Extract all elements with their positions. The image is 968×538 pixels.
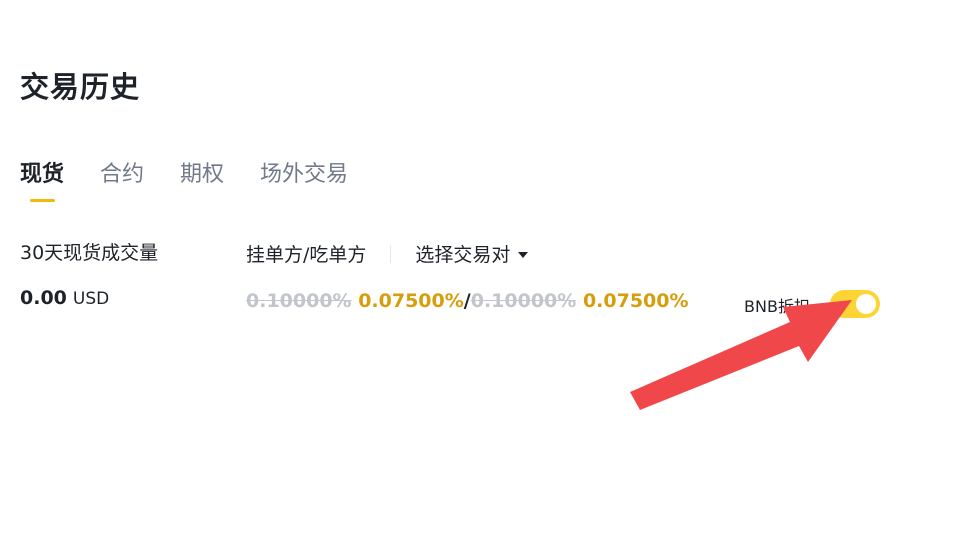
- volume-value-container: 0.00 USD: [20, 287, 109, 309]
- taker-original-rate: 0.10000%: [470, 290, 577, 312]
- red-arrow-annotation: [630, 300, 852, 410]
- tab-futures[interactable]: 合约: [100, 156, 144, 202]
- tab-otc[interactable]: 场外交易: [260, 156, 348, 202]
- bnb-discount-toggle[interactable]: [830, 290, 880, 318]
- maker-discounted-rate: 0.07500%: [358, 290, 464, 312]
- tab-label: 现货: [20, 162, 65, 187]
- fee-rates: 0.10000% 0.07500%/0.10000% 0.07500%: [246, 290, 689, 312]
- volume-label: 30天现货成交量: [20, 242, 159, 264]
- pair-select-dropdown[interactable]: 选择交易对: [415, 240, 529, 267]
- rate-separator: /: [463, 290, 471, 312]
- tab-label: 合约: [100, 162, 145, 187]
- bnb-discount-label: BNB折扣: [744, 297, 810, 316]
- toggle-knob: [856, 294, 876, 314]
- taker-discounted-rate: 0.07500%: [582, 290, 689, 312]
- tab-spot[interactable]: 现货: [20, 156, 64, 202]
- caret-down-icon: [518, 251, 529, 258]
- page-title: 交易历史: [20, 70, 141, 104]
- tab-bar: 现货 合约 期权 场外交易: [20, 156, 348, 202]
- fee-type-label: 挂单方/吃单方: [246, 244, 367, 266]
- divider: [390, 244, 392, 263]
- tab-active-indicator: [30, 199, 55, 202]
- fee-header: 挂单方/吃单方 选择交易对: [246, 240, 529, 267]
- volume-value: 0.00: [20, 287, 67, 309]
- tab-options[interactable]: 期权: [180, 156, 224, 202]
- pair-select-label: 选择交易对: [415, 244, 511, 266]
- maker-original-rate: 0.10000%: [246, 290, 352, 312]
- tab-label: 期权: [180, 162, 225, 187]
- volume-unit: USD: [72, 289, 110, 309]
- tab-label: 场外交易: [260, 162, 349, 187]
